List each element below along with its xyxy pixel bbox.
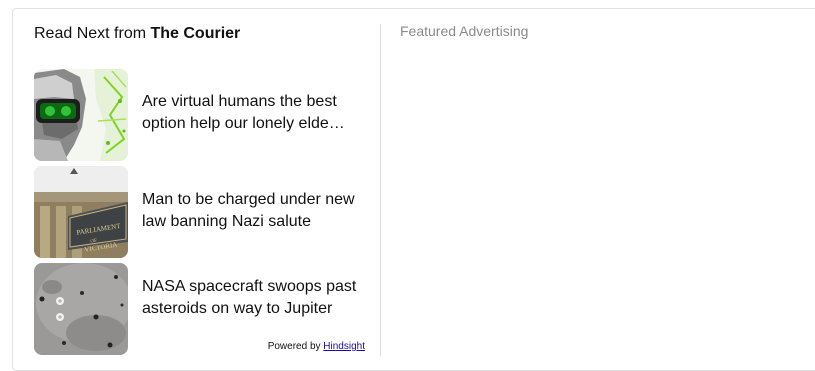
article-title[interactable]: Are virtual humans the best option help … [142, 91, 379, 135]
article-thumbnail-parliament[interactable]: PARLIAMENT OF VICTORIA [34, 166, 128, 258]
publication-name: The Courier [150, 25, 241, 42]
article-thumbnail-vr-headset[interactable] [34, 69, 128, 161]
heading-prefix: Read Next from [34, 25, 151, 42]
hindsight-link[interactable]: Hindsight [323, 341, 365, 352]
featured-advertising-label: Featured Advertising [400, 23, 529, 39]
article-title[interactable]: NASA spacecraft swoops past asteroids on… [142, 276, 379, 320]
powered-by-label: Powered by [267, 341, 324, 352]
read-next-panel: Read Next from The Courier Are virtual h… [34, 22, 379, 357]
column-divider [380, 24, 381, 356]
article-thumbnail-asteroid[interactable] [34, 263, 128, 355]
article-card[interactable]: PARLIAMENT OF VICTORIA Man to be charged… [34, 166, 379, 258]
powered-by: Powered by Hindsight [268, 340, 365, 354]
read-next-heading: Read Next from The Courier [34, 24, 240, 44]
article-title[interactable]: Man to be charged under new law banning … [142, 189, 379, 233]
article-card[interactable]: Are virtual humans the best option help … [34, 69, 379, 161]
